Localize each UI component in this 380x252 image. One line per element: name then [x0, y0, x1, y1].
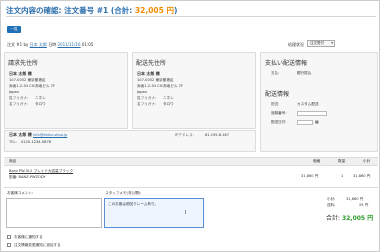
- order-number: 注文 #1 by: [7, 42, 29, 47]
- product-link[interactable]: Banz PW-5L2 ブレイド大容量ブラック: [9, 169, 73, 174]
- tracking-label: 追跡番号:: [271, 111, 287, 115]
- th-price: 価格: [313, 159, 321, 163]
- order-time: 01:05: [81, 42, 94, 47]
- billing-address: 日本 太郎 様 107-0052 東京都港区 赤坂1-2-34 CIC赤坂ビル …: [9, 71, 55, 107]
- payment-title: 支払い配送情報: [265, 60, 308, 67]
- shipping-title: 配送先住所: [136, 60, 167, 67]
- title-divider: [6, 16, 376, 17]
- row-subtotal: 31,860 円: [353, 174, 371, 178]
- status-value: 注文受付: [310, 41, 324, 45]
- contact-email-link[interactable]: info@ebisu-shop.jp: [33, 133, 67, 137]
- back-to-list-button[interactable]: 一覧: [7, 26, 21, 33]
- row-qty: 1: [341, 174, 344, 178]
- customer-link[interactable]: 日本 太郎: [30, 42, 47, 47]
- order-detail-page: 注文内容の確認: 注文番号 #1 (合計: 32,005 円) 一覧 注文 #1…: [0, 0, 380, 252]
- text-cursor-icon: I: [185, 210, 187, 216]
- calendar-icon[interactable]: ▦: [315, 119, 319, 124]
- date-link[interactable]: 2011/11/16: [57, 42, 80, 47]
- shipping-value: 25 円: [359, 203, 369, 207]
- billing-title: 請求先住所: [8, 60, 39, 67]
- customer-comment-box[interactable]: [6, 198, 102, 228]
- grand-total: 合計: 32,005 円: [326, 215, 374, 222]
- status-select[interactable]: 注文受付 ▾: [307, 40, 335, 47]
- subtotal-label: 小計:: [327, 197, 336, 201]
- th-qty: 数量: [338, 159, 346, 163]
- subtotal-value: 31,860 円: [346, 197, 364, 201]
- chevron-down-icon: ▾: [331, 41, 333, 45]
- notify-customer-label: お客様に通知する: [14, 235, 43, 239]
- total-close: ): [173, 6, 178, 15]
- page-title: 注文内容の確認: 注文番号 #1 (合計: 32,005 円): [6, 5, 177, 16]
- th-product: 商品: [9, 159, 17, 163]
- shipping-label: 送料:: [327, 203, 336, 207]
- status-label: 処理状況: [288, 42, 304, 47]
- payment-method: 支払: 銀行振込: [271, 71, 312, 75]
- title-total: (合計: 32,005 円): [111, 6, 178, 15]
- row-price: 31,860 円: [301, 174, 319, 178]
- date-prefix: 日時: [48, 42, 57, 47]
- delivery-title: 配送情報: [265, 91, 290, 98]
- order-info-line: 注文 #1 by 日本 太郎 日時 2011/11/16 01:05: [7, 42, 93, 48]
- th-subtotal: 小計: [363, 159, 371, 163]
- total-amount: 32,005 円: [134, 6, 174, 15]
- contact-tel: TEL: 0120-1234-5678: [9, 140, 52, 144]
- append-comment-label: 注文情報変更通知に追加する: [14, 243, 61, 247]
- table-header: [4, 157, 378, 166]
- billing-kana-first: 名フリガナ: タロウ: [9, 102, 46, 106]
- delivery-date-label: 配送日付:: [271, 120, 287, 124]
- staff-memo-text: このお客は前回クレーム有り。: [108, 202, 159, 206]
- tracking-input[interactable]: [297, 111, 327, 116]
- staff-memo-textarea[interactable]: このお客は前回クレーム有り。: [104, 198, 204, 228]
- customer-comment-label: お客様コメント:: [7, 191, 34, 195]
- product-sku: 型番: BANZ-PWZODY: [9, 175, 46, 179]
- delivery-method: 配送: カスタム配送: [271, 102, 319, 106]
- delivery-date-input[interactable]: [297, 120, 313, 125]
- contact-line: 日本 太郎 様 info@ebisu-shop.jp: [9, 132, 68, 137]
- shipping-address: 日本 太郎 様 107-0052 東京都港区 赤坂1-2-34 CIC赤坂ビル …: [137, 71, 183, 107]
- staff-memo-label: スタッフメモ(非公開):: [105, 191, 142, 195]
- contact-ip: IPアドレス: 61.195.8.167: [175, 133, 230, 137]
- append-comment-checkbox[interactable]: [7, 243, 11, 247]
- notify-customer-checkbox[interactable]: [7, 235, 11, 239]
- total-label: (合計:: [110, 6, 135, 15]
- title-text: 注文内容の確認: 注文番号 #1: [6, 6, 109, 15]
- shipping-kana-first: 名フリガナ: タロウ: [137, 102, 174, 106]
